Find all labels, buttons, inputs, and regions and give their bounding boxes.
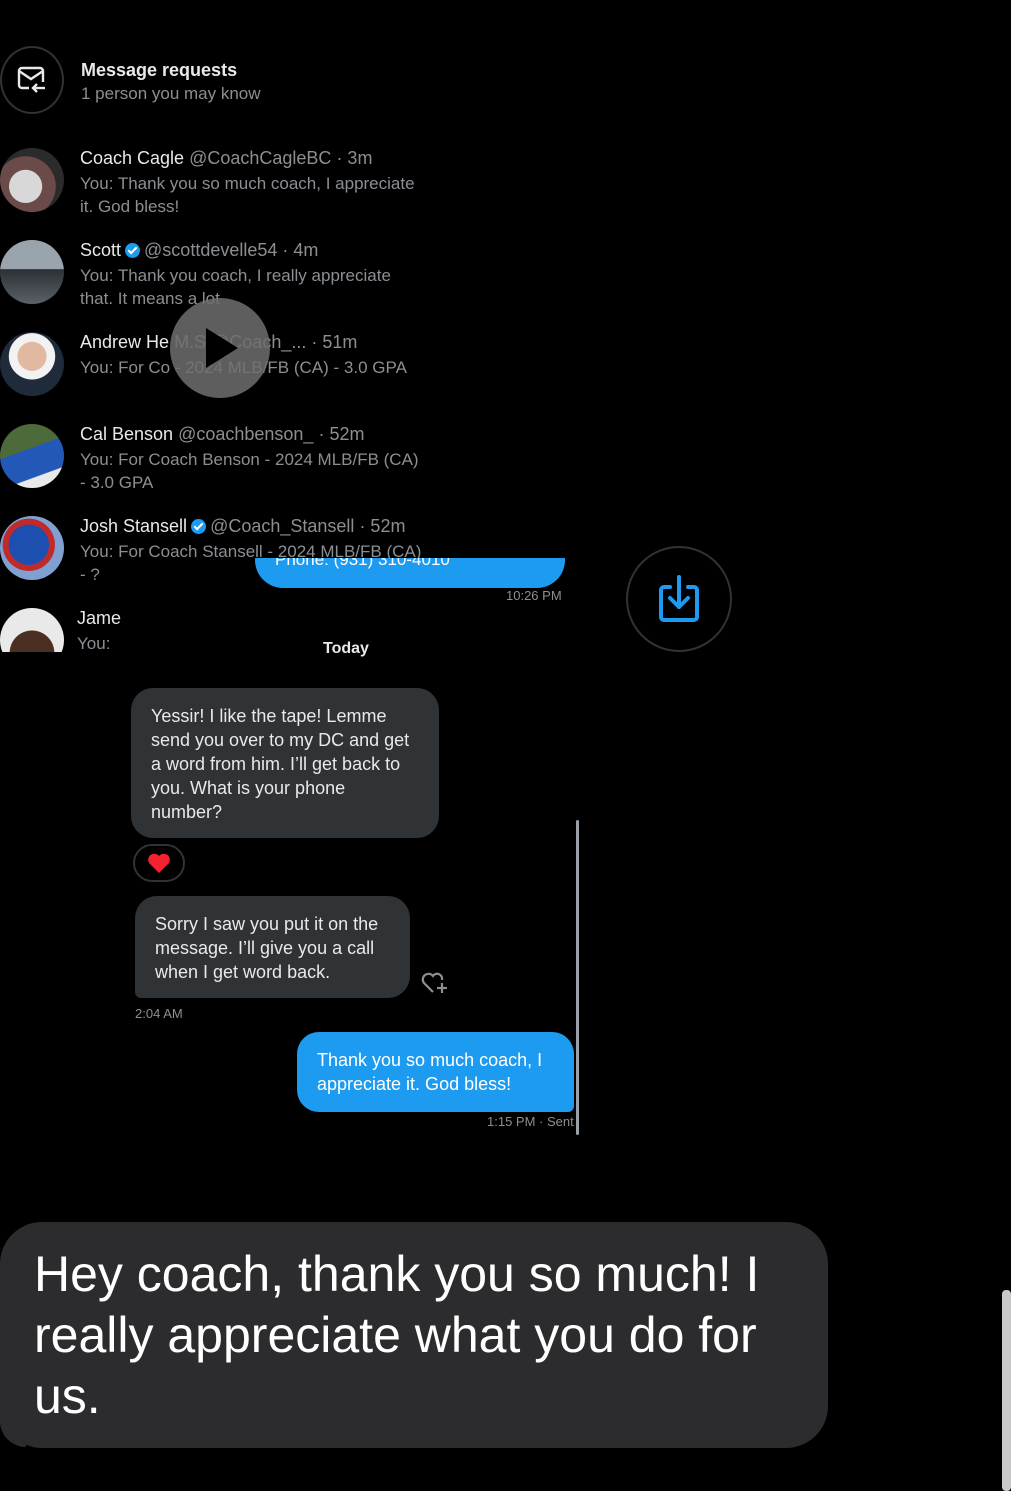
dm-list-item[interactable]: Coach Cagle @CoachCagleBC · 3m You: Than… (0, 148, 440, 238)
dm-handle: @scottdevelle54 (144, 240, 278, 260)
sent-message-bubble[interactable]: Thank you so much coach, I appreciate it… (297, 1032, 574, 1112)
avatar (0, 148, 64, 212)
mail-arrow-icon (17, 66, 45, 93)
dm-handle: @coachbenson_ (178, 424, 314, 444)
dm-preview: You: Thank you coach, I really appreciat… (80, 266, 391, 308)
received-message-bubble[interactable]: Yessir! I like the tape! Lemme send you … (131, 688, 439, 838)
verified-badge-icon (125, 243, 141, 258)
sent-message-bubble-partial[interactable]: Phone: (931) 310-4010 (255, 558, 565, 588)
dm-name: Scott (80, 240, 122, 260)
dm-name: Coach Cagle (80, 148, 185, 168)
message-requests-subtitle: 1 person you may know (81, 84, 261, 103)
heart-reaction[interactable] (133, 844, 185, 882)
conversation-scrollbar[interactable] (576, 820, 579, 1135)
message-requests-title[interactable]: Message requests (81, 60, 237, 81)
dm-time: · 52m (318, 424, 365, 444)
avatar (0, 240, 64, 304)
dm-preview: You: (77, 634, 111, 652)
play-button[interactable] (170, 298, 270, 398)
dm-list-item[interactable]: Jame You: (0, 608, 440, 652)
sent-message-text: Phone: (931) 310-4010 (275, 558, 450, 569)
download-icon (659, 575, 699, 622)
avatar (0, 608, 64, 652)
page-scrollbar[interactable] (1002, 1290, 1011, 1491)
verified-badge-icon (191, 519, 207, 534)
message-requests-icon-button[interactable] (0, 46, 64, 114)
dm-time: · 52m (359, 516, 406, 536)
dm-list-item[interactable]: Cal Benson @coachbenson_ · 52m You: For … (0, 424, 440, 514)
avatar (0, 332, 64, 396)
received-message-text: Sorry I saw you put it on the message. I… (155, 914, 379, 982)
dm-preview: You: Thank you so much coach, I apprecia… (80, 174, 415, 216)
dm-name: Cal Benson (80, 424, 174, 444)
avatar (0, 516, 64, 580)
caption-text: Hey coach, thank you so much! I really a… (34, 1246, 760, 1424)
dm-name: Andrew He (80, 332, 170, 352)
sent-message-text: Thank you so much coach, I appreciate it… (317, 1050, 543, 1094)
day-divider: Today (323, 640, 369, 657)
heart-plus-icon (421, 972, 447, 993)
avatar (0, 424, 64, 488)
message-status: 1:15 PM · Sent (487, 1114, 574, 1129)
message-timestamp: 10:26 PM (506, 588, 562, 603)
caption-text-bubble: Hey coach, thank you so much! I really a… (0, 1222, 828, 1448)
dm-time: · 51m (311, 332, 358, 352)
dm-name: Jame (77, 608, 122, 628)
dm-handle: @Coach_Stansell (210, 516, 355, 536)
dm-preview: You: For Coach Benson - 2024 MLB/FB (CA)… (80, 450, 419, 492)
received-message-text: Yessir! I like the tape! Lemme send you … (151, 706, 410, 822)
download-button[interactable] (626, 546, 732, 652)
heart-icon (148, 853, 170, 873)
add-reaction-button[interactable] (420, 968, 450, 996)
dm-time: · 4m (282, 240, 319, 260)
dm-time: · 3m (336, 148, 373, 168)
play-icon (206, 328, 238, 368)
message-timestamp: 2:04 AM (135, 1006, 183, 1021)
received-message-bubble[interactable]: Sorry I saw you put it on the message. I… (135, 896, 410, 998)
dm-name: Josh Stansell (80, 516, 188, 536)
dm-handle: @CoachCagleBC (189, 148, 332, 168)
